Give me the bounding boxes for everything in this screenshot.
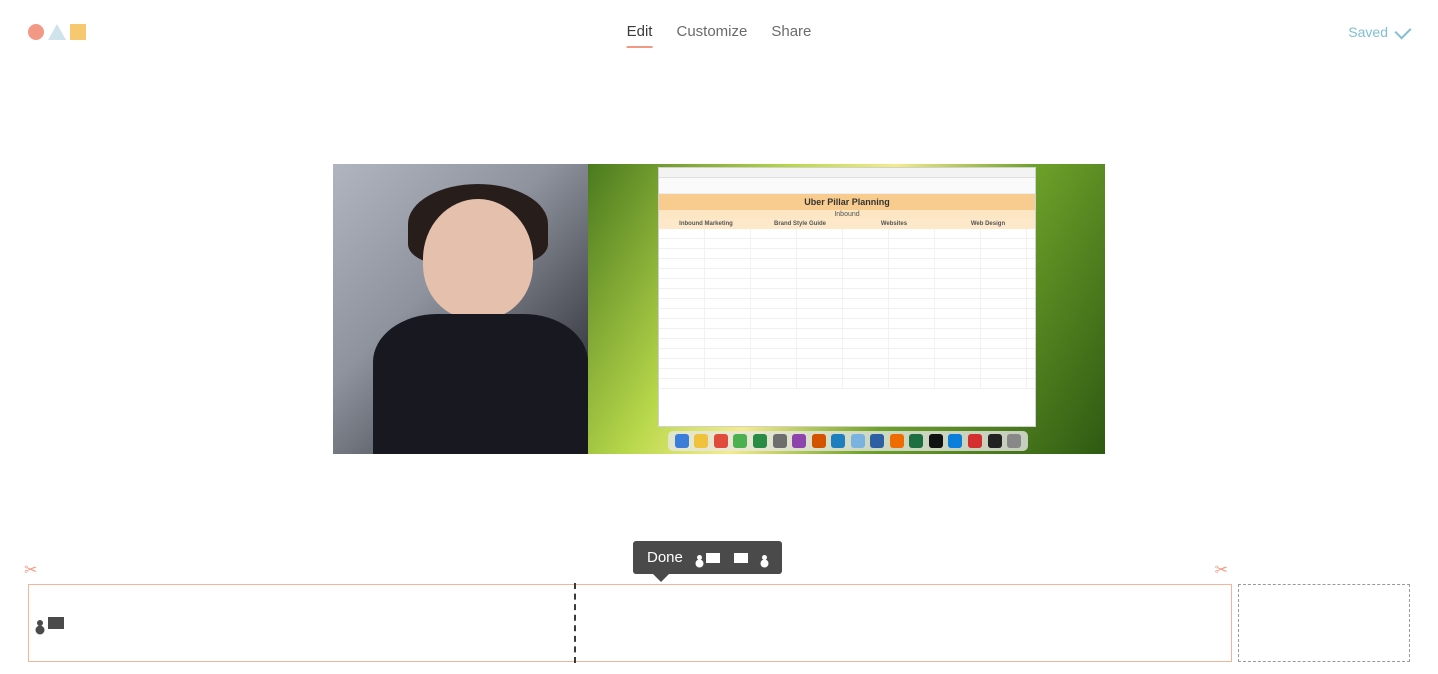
logo [28, 24, 86, 40]
layout-toolbar: Done [633, 541, 782, 574]
person-icon [37, 620, 43, 626]
spreadsheet-columns: Inbound Marketing Brand Style Guide Webs… [659, 219, 1035, 229]
done-button[interactable]: Done [647, 549, 683, 566]
clip-layout-indicator [37, 617, 64, 629]
preview-area: Uber Pillar Planning Inbound Inbound Mar… [0, 164, 1438, 454]
logo-circle-icon [28, 24, 44, 40]
tab-share[interactable]: Share [771, 17, 811, 48]
save-status: Saved [1348, 24, 1410, 40]
check-icon [1395, 22, 1412, 39]
col-inbound-marketing: Inbound Marketing [659, 221, 753, 227]
col-web-design: Web Design [941, 221, 1035, 227]
mac-dock [668, 431, 1028, 451]
screen-panel: Uber Pillar Planning Inbound Inbound Mar… [588, 164, 1105, 454]
logo-square-icon [70, 24, 86, 40]
timeline[interactable] [28, 584, 1410, 662]
col-brand-style: Brand Style Guide [753, 221, 847, 227]
save-status-label: Saved [1348, 24, 1388, 40]
recording-preview[interactable]: Uber Pillar Planning Inbound Inbound Mar… [333, 164, 1105, 454]
tab-edit[interactable]: Edit [627, 17, 653, 48]
timeline-track-main[interactable] [28, 584, 1232, 662]
timeline-track-trimmed[interactable] [1238, 584, 1410, 662]
trim-start-handle[interactable]: ✂ [24, 560, 37, 580]
spreadsheet-title: Uber Pillar Planning [659, 194, 1035, 210]
spreadsheet-subtitle: Inbound [659, 210, 1035, 219]
col-websites: Websites [847, 221, 941, 227]
trim-end-handle[interactable]: ✂ [1215, 560, 1228, 580]
layout-cam-only[interactable] [762, 555, 768, 560]
screen-icon [48, 617, 64, 629]
webcam-panel [333, 164, 588, 454]
nav-tabs: Edit Customize Share [627, 17, 812, 48]
app-header: Edit Customize Share Saved [0, 0, 1438, 64]
playhead[interactable] [574, 583, 576, 663]
spreadsheet-window: Uber Pillar Planning Inbound Inbound Mar… [658, 167, 1036, 427]
layout-cam-and-screen[interactable] [697, 553, 720, 563]
layout-screen-only[interactable] [734, 553, 748, 563]
tab-customize[interactable]: Customize [676, 17, 747, 48]
timeline-area: ✂ ✂ [0, 584, 1438, 662]
logo-triangle-icon [48, 24, 66, 40]
